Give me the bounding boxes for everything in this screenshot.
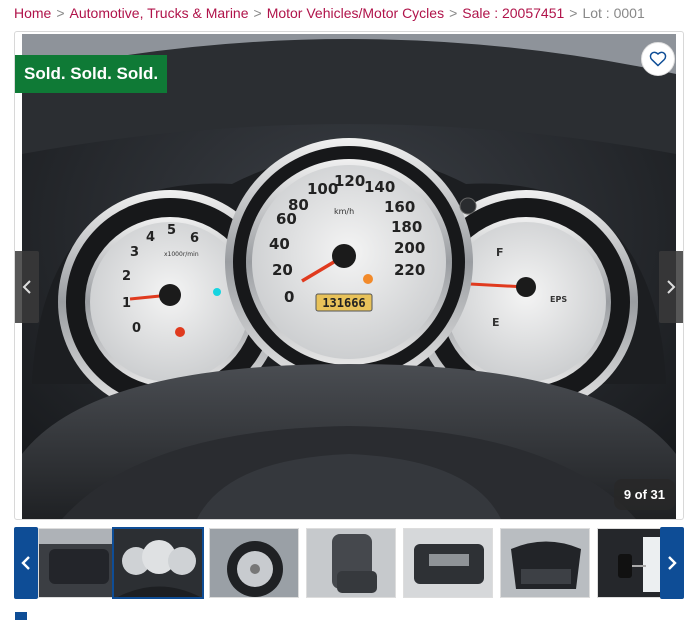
tach-tick-1: 1 [122,296,131,311]
breadcrumb-separator: > [569,5,578,21]
speed-tick-20: 20 [272,261,293,279]
speed-tick-180: 180 [391,218,422,236]
next-image-button[interactable] [659,251,683,323]
speed-tick-140: 140 [364,178,395,196]
breadcrumb-current-lot: Lot : 0001 [582,5,645,21]
eps-warning-label: EPS [550,295,567,304]
speed-tick-200: 200 [394,239,425,257]
breadcrumb-separator: > [56,5,65,21]
chevron-left-icon [22,280,31,294]
chevron-left-icon [21,556,30,570]
chevron-right-icon [667,280,676,294]
breadcrumb-category[interactable]: Automotive, Trucks & Marine [70,5,249,21]
thumb-door-panel[interactable] [403,528,493,598]
tach-tick-2: 2 [122,269,131,284]
speed-tick-80: 80 [288,196,309,214]
breadcrumb: Home > Automotive, Trucks & Marine > Motor V… [14,4,645,22]
tach-tick-4: 4 [146,230,155,245]
odometer-readout: 131666 [322,296,365,310]
breadcrumb-separator: > [253,5,262,21]
instrument-cluster-image: 0 1 2 3 4 5 6 x1000r/min F E EPS 0 20 40… [22,34,676,519]
thumbnail-list [38,527,660,599]
thumbnail-strip [14,527,684,600]
speed-tick-160: 160 [384,198,415,216]
sold-banner: Sold. Sold. Sold. [15,55,168,93]
thumbnails-next-button[interactable] [660,527,684,599]
thumb-keys-docs[interactable] [597,528,660,598]
tach-tick-3: 3 [130,245,139,260]
fuel-empty-label: E [492,316,500,329]
speed-tick-40: 40 [269,235,290,253]
previous-image-button[interactable] [15,251,39,323]
tach-tick-5: 5 [167,223,176,238]
thumb-rear-seats[interactable] [38,528,118,598]
chevron-right-icon [668,556,677,570]
tach-tick-0: 0 [132,321,141,336]
tach-tick-6: 6 [190,231,199,246]
speed-tick-0: 0 [284,288,294,306]
heart-icon [649,51,667,67]
image-counter: 9 of 31 [613,479,675,510]
breadcrumb-separator: > [449,5,458,21]
fuel-full-label: F [496,246,504,259]
favorite-button[interactable] [641,42,675,76]
thumb-driver-seat[interactable] [306,528,396,598]
breadcrumb-sale[interactable]: Sale : 20057451 [462,5,564,21]
tach-unit-label: x1000r/min [164,251,199,258]
document-icon [15,612,27,620]
breadcrumb-subcategory[interactable]: Motor Vehicles/Motor Cycles [267,5,444,21]
speed-tick-120: 120 [334,172,365,190]
thumbnails-prev-button[interactable] [14,527,38,599]
speed-unit-label: km/h [334,207,354,216]
main-photo[interactable]: 0 1 2 3 4 5 6 x1000r/min F E EPS 0 20 40… [22,34,676,519]
breadcrumb-home[interactable]: Home [14,5,51,21]
thumb-dashboard[interactable] [112,527,204,599]
image-viewer: 0 1 2 3 4 5 6 x1000r/min F E EPS 0 20 40… [14,31,684,520]
speed-tick-220: 220 [394,261,425,279]
thumb-wheel[interactable] [209,528,299,598]
thumb-boot[interactable] [500,528,590,598]
